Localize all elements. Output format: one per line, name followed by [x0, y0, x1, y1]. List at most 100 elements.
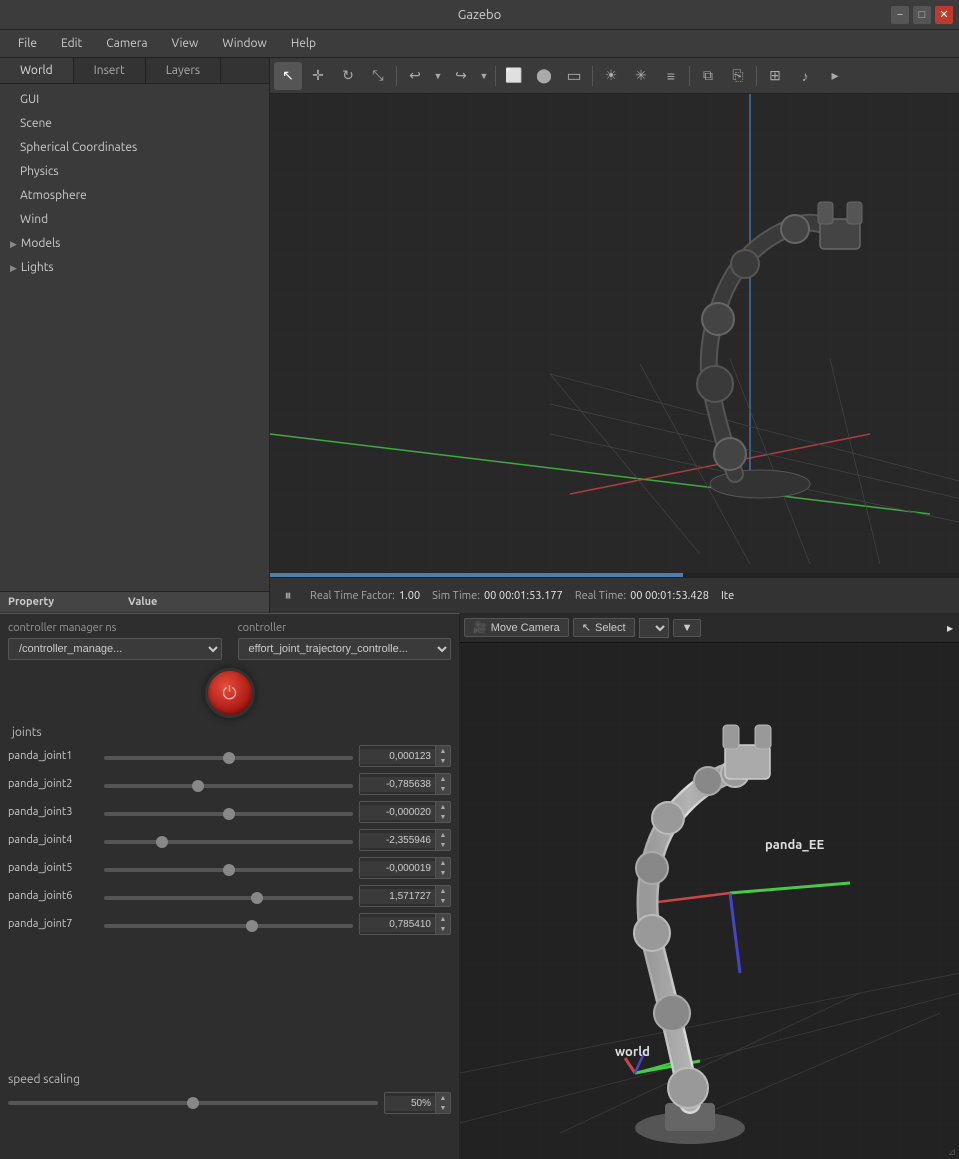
translate-tool-button[interactable]: ✛ — [304, 62, 332, 90]
tab-bar: World Insert Layers — [0, 58, 269, 84]
move-camera-button[interactable]: 🎥 Move Camera — [464, 618, 569, 637]
joint4-slider[interactable] — [104, 840, 353, 844]
box-button[interactable]: ⬜ — [500, 62, 528, 90]
joint5-name: panda_joint5 — [8, 862, 98, 874]
joint3-slider[interactable] — [104, 812, 353, 816]
joint1-up[interactable]: ▲ — [436, 746, 450, 756]
menu-help[interactable]: Help — [281, 34, 326, 53]
joint1-slider[interactable] — [104, 756, 353, 760]
tree-item-models[interactable]: ▶ Models — [0, 232, 269, 256]
joint7-slider[interactable] — [104, 924, 353, 928]
joint5-slider[interactable] — [104, 868, 353, 872]
joints-scroll-area[interactable]: panda_joint1 ▲ ▼ panda_joint2 — [8, 745, 451, 1065]
cylinder-button[interactable]: ▭ — [560, 62, 588, 90]
select-button[interactable]: ↖ Select — [573, 618, 635, 637]
joint6-spinner: ▲ ▼ — [435, 886, 450, 906]
joint6-down[interactable]: ▼ — [436, 896, 450, 906]
rotate-tool-button[interactable]: ↻ — [334, 62, 362, 90]
main-scene[interactable] — [270, 94, 959, 577]
joint6-slider[interactable] — [104, 896, 353, 900]
tab-world[interactable]: World — [0, 58, 74, 83]
speed-slider[interactable] — [8, 1101, 378, 1105]
controller-header: controller manager ns /controller_manage… — [8, 622, 451, 660]
tree-item-lights[interactable]: ▶ Lights — [0, 256, 269, 280]
expand-handle[interactable]: ▸ — [947, 621, 953, 635]
maximize-button[interactable]: □ — [913, 6, 931, 24]
joint7-value[interactable] — [360, 917, 435, 932]
snap-button[interactable]: ⊞ — [761, 62, 789, 90]
close-button[interactable]: ✕ — [935, 6, 953, 24]
power-button[interactable]: ⏻ — [205, 668, 255, 718]
joint1-value[interactable] — [360, 749, 435, 764]
joint2-down[interactable]: ▼ — [436, 784, 450, 794]
joint3-spinner: ▲ ▼ — [435, 802, 450, 822]
tab-layers[interactable]: Layers — [146, 58, 221, 83]
copy-button[interactable]: ⧉ — [694, 62, 722, 90]
joint5-down[interactable]: ▼ — [436, 868, 450, 878]
joint1-down[interactable]: ▼ — [436, 756, 450, 766]
tree-item-wind[interactable]: Wind — [0, 208, 269, 232]
pause-button[interactable]: ⏸ — [278, 586, 298, 606]
tree-item-scene[interactable]: Scene — [0, 112, 269, 136]
paste-button[interactable]: ⎘ — [724, 62, 752, 90]
more-button[interactable]: ▸ — [821, 62, 849, 90]
joint4-up[interactable]: ▲ — [436, 830, 450, 840]
joint5-up[interactable]: ▲ — [436, 858, 450, 868]
joint5-slider-container — [104, 862, 353, 875]
menu-file[interactable]: File — [8, 34, 47, 53]
joint1-name: panda_joint1 — [8, 750, 98, 762]
tree-item-atmosphere[interactable]: Atmosphere — [0, 184, 269, 208]
tree-item-physics[interactable]: Physics — [0, 160, 269, 184]
joint-row-4: panda_joint4 ▲ ▼ — [8, 829, 451, 851]
undo-button[interactable]: ↩ — [401, 62, 429, 90]
minimize-button[interactable]: − — [891, 6, 909, 24]
speed-down[interactable]: ▼ — [436, 1103, 450, 1113]
speed-value[interactable] — [385, 1096, 435, 1111]
tab-insert[interactable]: Insert — [74, 58, 146, 83]
menu-window[interactable]: Window — [212, 34, 276, 53]
resize-handle[interactable]: ⊿ — [945, 1145, 959, 1159]
menu-edit[interactable]: Edit — [51, 34, 92, 53]
scale-tool-button[interactable]: ⤡ — [364, 62, 392, 90]
robot2-svg — [560, 673, 860, 1159]
joint2-value[interactable] — [360, 777, 435, 792]
dirlight-button[interactable]: ≡ — [657, 62, 685, 90]
main-toolbar: ↖ ✛ ↻ ⤡ ↩ ▼ ↪ ▼ ⬜ ⬤ ▭ ☀ ✳ ≡ ⧉ ⎘ ⊞ ♪ ▸ — [270, 58, 959, 94]
ns-select[interactable]: /controller_manage... — [8, 638, 222, 660]
joint3-up[interactable]: ▲ — [436, 802, 450, 812]
pointlight-button[interactable]: ✳ — [627, 62, 655, 90]
menu-view[interactable]: View — [162, 34, 209, 53]
view-select[interactable] — [639, 618, 669, 638]
joint6-value[interactable] — [360, 889, 435, 904]
joint6-up[interactable]: ▲ — [436, 886, 450, 896]
speed-up[interactable]: ▲ — [436, 1093, 450, 1103]
joint2-up[interactable]: ▲ — [436, 774, 450, 784]
tree-item-gui[interactable]: GUI — [0, 88, 269, 112]
sphere-button[interactable]: ⬤ — [530, 62, 558, 90]
joint2-slider[interactable] — [104, 784, 353, 788]
joint4-value[interactable] — [360, 833, 435, 848]
joint4-down[interactable]: ▼ — [436, 840, 450, 850]
ctrl-select[interactable]: effort_joint_trajectory_controlle... — [238, 638, 452, 660]
tree-item-spherical[interactable]: Spherical Coordinates — [0, 136, 269, 160]
undo-dropdown[interactable]: ▼ — [431, 62, 445, 90]
joint5-value[interactable] — [360, 861, 435, 876]
select-tool-button[interactable]: ↖ — [274, 62, 302, 90]
joint3-value[interactable] — [360, 805, 435, 820]
joint7-down[interactable]: ▼ — [436, 924, 450, 934]
secondary-scene[interactable]: panda_EE world ⊿ — [460, 643, 959, 1159]
menu-camera[interactable]: Camera — [96, 34, 157, 53]
joint3-down[interactable]: ▼ — [436, 812, 450, 822]
audio-button[interactable]: ♪ — [791, 62, 819, 90]
joint5-value-container: ▲ ▼ — [359, 857, 451, 879]
speed-spinner: ▲ ▼ — [435, 1093, 450, 1113]
redo-button[interactable]: ↪ — [447, 62, 475, 90]
redo-dropdown[interactable]: ▼ — [477, 62, 491, 90]
joint7-up[interactable]: ▲ — [436, 914, 450, 924]
light-button[interactable]: ☀ — [597, 62, 625, 90]
controller-panel: controller manager ns /controller_manage… — [0, 613, 460, 1159]
toolbar2-more[interactable]: ▼ — [673, 619, 702, 637]
sim-time-label: Sim Time: — [432, 590, 480, 602]
joint4-name: panda_joint4 — [8, 834, 98, 846]
left-panel: World Insert Layers GUI Scene Spherical … — [0, 58, 270, 613]
